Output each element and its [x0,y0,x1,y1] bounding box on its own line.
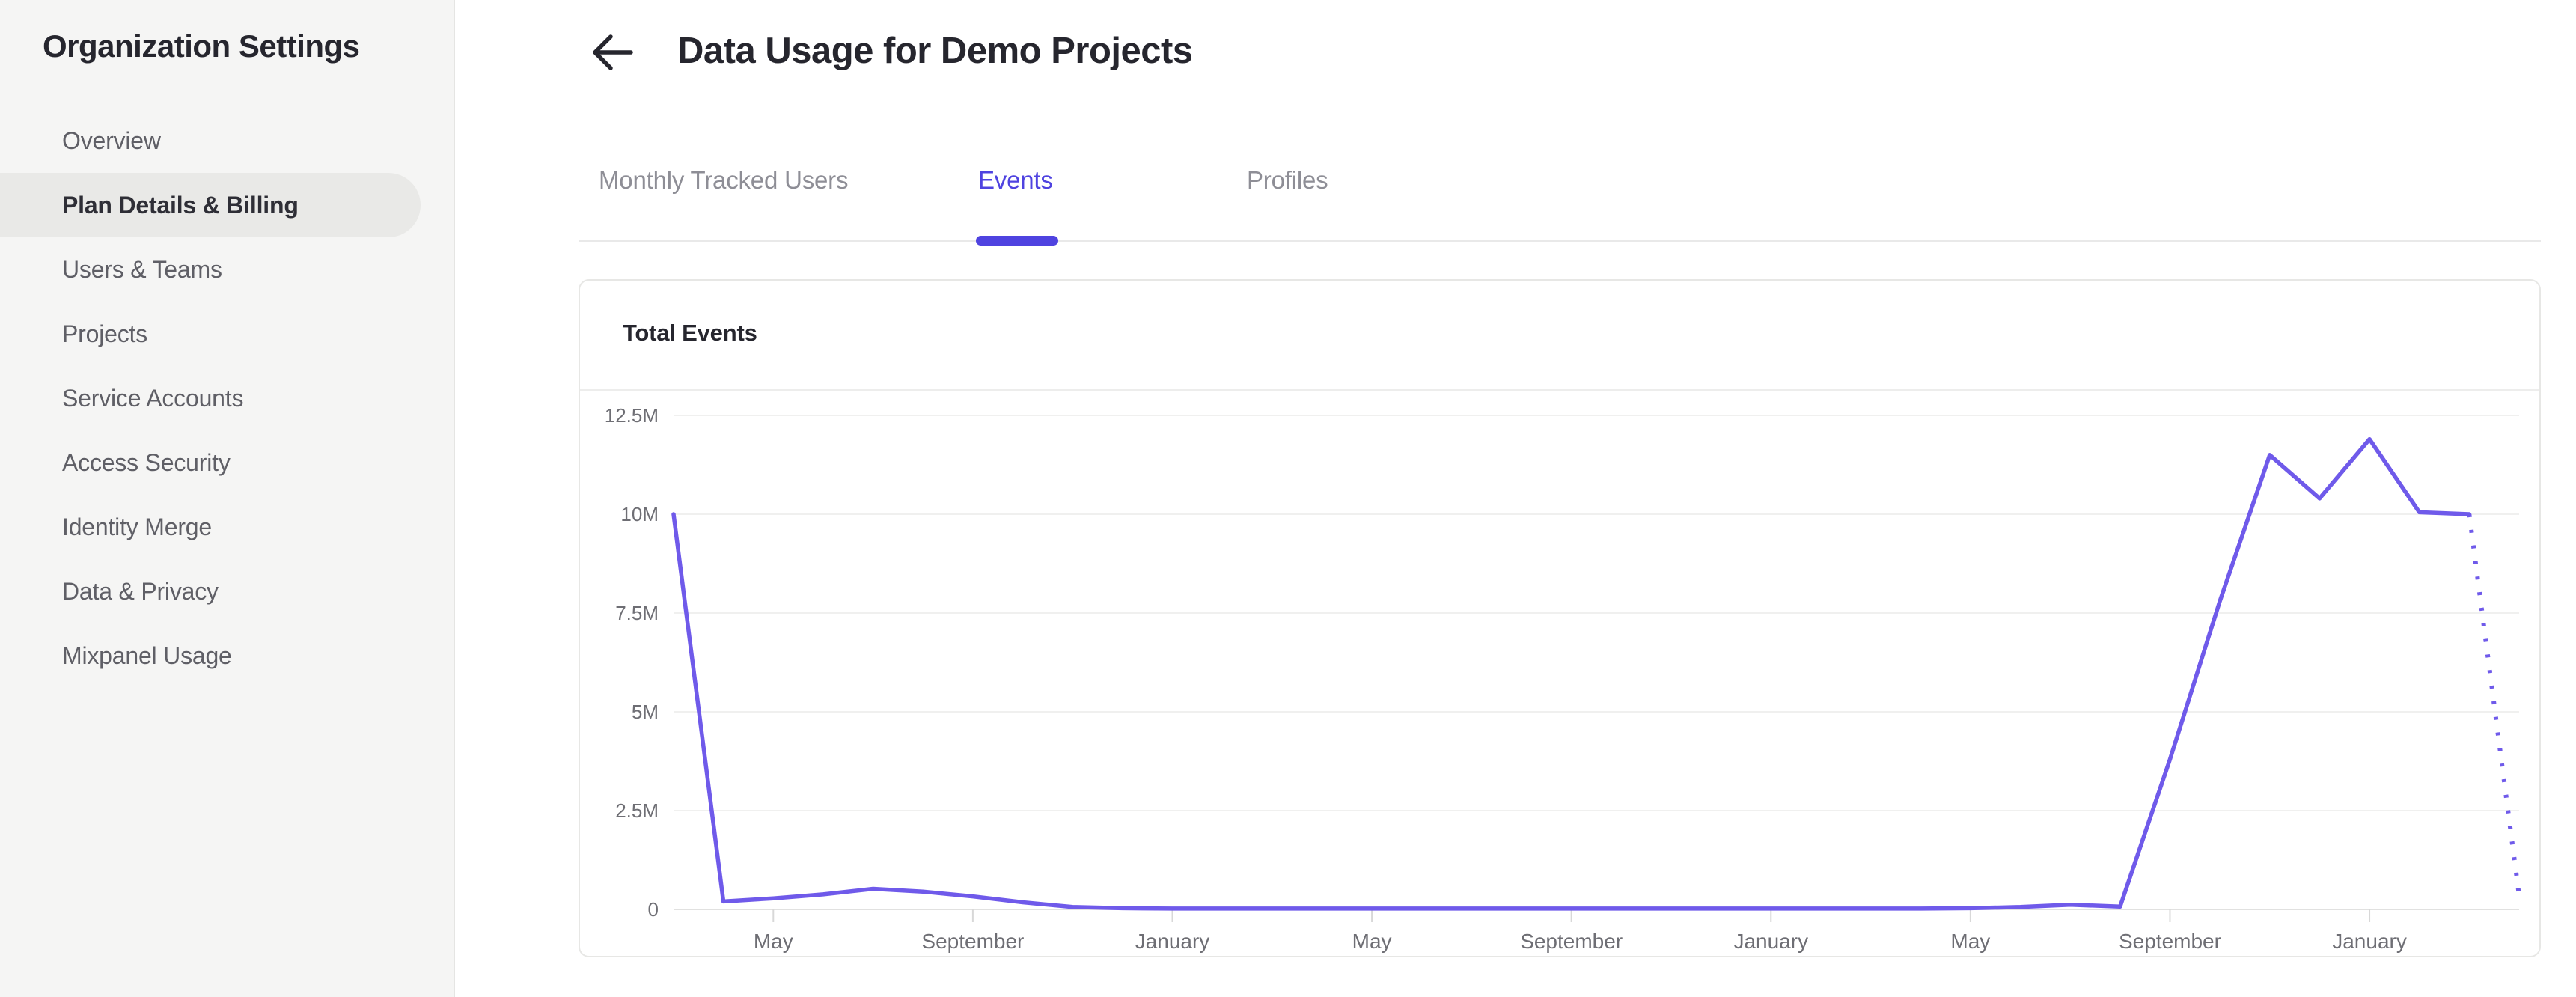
tab-profiles[interactable]: Profiles [1247,166,1328,195]
tab-events[interactable]: Events [978,166,1053,195]
total-events-card: Total Events 12.5M 10M 7.5M 5M 2.5M 0 May Septe… [579,279,2541,957]
sidebar-item-identity-merge[interactable]: Identity Merge [0,495,421,559]
tab-bar: Monthly Tracked Users Events Profiles [579,150,2541,246]
x-axis-label: September [921,930,1024,953]
x-axis-label: May [1950,930,1990,953]
sidebar: Organization Settings Overview Plan Detai… [0,0,455,997]
y-axis-label: 2.5M [615,799,659,822]
x-axis-label: May [754,930,793,953]
events-series-line [671,436,2472,911]
active-tab-indicator [976,236,1058,246]
sidebar-item-service-accounts[interactable]: Service Accounts [0,366,421,430]
tab-bar-divider [579,240,2541,242]
events-projection-dotted-line [2467,513,2521,896]
sidebar-item-data-privacy[interactable]: Data & Privacy [0,559,421,623]
arrow-left-icon [593,34,633,70]
sidebar-item-overview[interactable]: Overview [0,109,421,173]
y-axis-label: 10M [620,503,659,525]
y-axis-label: 5M [632,701,659,723]
x-axis-label: September [1520,930,1623,953]
sidebar-title: Organization Settings [43,28,360,64]
x-axis-label: January [1733,930,1808,953]
tab-monthly-tracked-users[interactable]: Monthly Tracked Users [599,166,848,195]
sidebar-item-users-teams[interactable]: Users & Teams [0,237,421,302]
page-title: Data Usage for Demo Projects [677,31,1193,71]
back-button[interactable] [588,30,636,75]
y-axis-label: 12.5M [605,404,659,427]
sidebar-item-access-security[interactable]: Access Security [0,430,421,495]
sidebar-item-projects[interactable]: Projects [0,302,421,366]
y-axis-label: 7.5M [615,602,659,624]
x-axis-label: May [1352,930,1392,953]
x-axis-label: September [2119,930,2221,953]
sidebar-item-mixpanel-usage[interactable]: Mixpanel Usage [0,623,421,688]
x-axis-label: January [2332,930,2407,953]
sidebar-nav: Overview Plan Details & Billing Users & Te… [0,109,455,688]
x-axis-label: January [1135,930,1210,953]
total-events-line-chart: 12.5M 10M 7.5M 5M 2.5M 0 May September January Ma… [605,404,2521,953]
sidebar-item-plan-details-billing[interactable]: Plan Details & Billing [0,173,421,237]
y-axis-label: 0 [648,898,659,921]
